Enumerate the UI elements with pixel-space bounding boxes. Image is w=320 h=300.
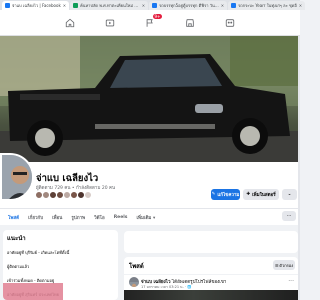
post-options-button[interactable]: ··· xyxy=(288,278,294,285)
friend-avatars[interactable] xyxy=(35,191,92,199)
browser-tab-title: รถกระบะ Yearr ในทุ่งเก่ๆ ละ ชุดอี xyxy=(238,3,297,8)
intro-photo-strip[interactable] xyxy=(3,283,63,300)
profile-tab[interactable]: เพิ่มเติม ▾ xyxy=(136,214,155,221)
posts-header: โพสต์ ☰ ตัวกรอง xyxy=(124,257,298,274)
post-author-avatar[interactable] xyxy=(129,277,139,287)
nav-groups[interactable] xyxy=(210,10,250,36)
friend-avatar[interactable] xyxy=(84,191,92,199)
close-icon[interactable]: ✕ xyxy=(142,3,145,8)
author-photo-image xyxy=(129,282,139,287)
cover-photo[interactable] xyxy=(0,36,300,162)
nav-marketplace[interactable] xyxy=(170,10,210,36)
profile-tab[interactable]: รูปภาพ xyxy=(71,214,85,221)
profile-more-button[interactable]: ⌄ xyxy=(282,189,297,200)
filter-icon: ☰ xyxy=(274,262,279,268)
browser-tab-title: รถบรรทุก5อยู่ตู้บรรทุก ตีฟีรา วันดินธุรก… xyxy=(159,3,219,8)
browser-tab-title: จ่าแบ เฉลียงไว | Facebook xyxy=(12,3,61,8)
scrollbar[interactable] xyxy=(298,36,300,300)
video-icon xyxy=(105,19,115,26)
close-icon[interactable]: ✕ xyxy=(63,3,66,8)
intro-detail: ผู้ติดตามแล้ว xyxy=(7,264,30,269)
posts-title: โพสต์ xyxy=(129,263,144,270)
profile-tab[interactable]: เกี่ยวกับ xyxy=(28,214,43,221)
close-icon[interactable]: ✕ xyxy=(299,3,302,8)
plus-icon: ✚ xyxy=(246,192,251,197)
cover-truck-image xyxy=(0,36,300,162)
marketplace-icon xyxy=(186,18,194,27)
profile-tab[interactable]: โพสต์ xyxy=(8,214,19,221)
favicon-icon xyxy=(5,3,10,8)
tabs-more-button[interactable]: ··· xyxy=(282,211,296,221)
profile-tab[interactable]: วิดีโอ xyxy=(94,214,105,221)
nav-pages[interactable]: 9+ xyxy=(130,10,170,36)
follower-count[interactable]: ผู้ติดตาม 729 คน • กำลังติดตาม 20 คน xyxy=(36,184,115,191)
profile-tabs: โพสต์ เกี่ยวกับ เพื่อน รูปภาพ วิดีโอ Reels เพิ… xyxy=(0,208,300,225)
browser-tab-strip: จ่าแบ เฉลียงไว | Facebook ✕ ค้นหาปลัด พ.ศ.… xyxy=(0,0,306,10)
intro-detail: อาศัยอยู่ที่ บุรีรัมย์ - เกิดและโตที่ตั้… xyxy=(7,250,70,255)
profile-tab[interactable]: Reels xyxy=(114,215,128,220)
favicon-icon xyxy=(231,3,237,8)
favicon-icon xyxy=(73,3,79,8)
nav-home[interactable] xyxy=(50,10,90,36)
home-icon xyxy=(65,18,75,27)
filter-button[interactable]: ☰ ตัวกรอง xyxy=(273,260,295,270)
groups-icon xyxy=(225,18,235,27)
browser-tab-title: ค้นหาปลัด พ.ศ.ท่าตะเคียนใหม่ 2 การ xyxy=(80,3,140,8)
intro-title: แนะนำ xyxy=(7,235,26,242)
profile-tab[interactable]: เพื่อน xyxy=(52,214,62,221)
favicon-icon xyxy=(152,3,158,8)
post-image[interactable] xyxy=(124,290,298,300)
edit-profile-button[interactable]: ✎ แก้ไขความ xyxy=(211,189,240,200)
nav-video[interactable] xyxy=(90,10,130,36)
flag-icon xyxy=(146,18,153,27)
pencil-icon: ✎ xyxy=(211,192,216,197)
post-card: จ่าแบ เฉลียงไว ได้อัพเดตรูปโปรไฟล์ของเขา… xyxy=(124,275,298,300)
add-story-button[interactable]: ✚ เพิ่มในสตอรี่ xyxy=(243,189,279,200)
facebook-top-nav: 9+ xyxy=(0,10,300,36)
create-post-box[interactable] xyxy=(124,231,298,253)
notification-badge: 9+ xyxy=(153,13,162,19)
close-icon[interactable]: ✕ xyxy=(221,3,224,8)
chevron-down-icon: ⌄ xyxy=(287,192,292,197)
intro-card: แนะนำ อาศัยอยู่ที่ บุรีรัมย์ - เกิดและโต… xyxy=(3,230,118,300)
